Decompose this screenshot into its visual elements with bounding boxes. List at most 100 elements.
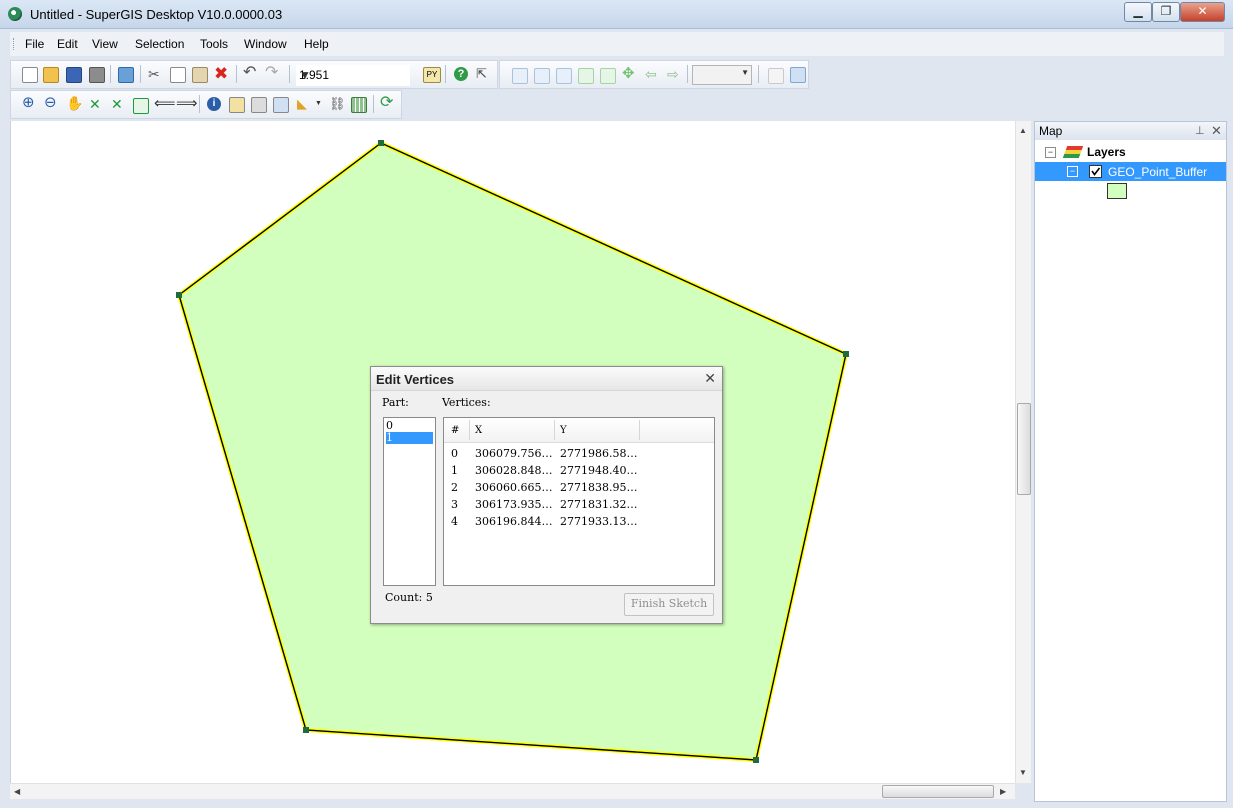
column-header-x[interactable]: X (475, 425, 482, 436)
undo-icon[interactable]: ↶ (243, 65, 257, 81)
close-icon: ✕ (1197, 4, 1208, 18)
minimize-button[interactable]: ▁ (1124, 2, 1152, 22)
layer-symbol-swatch[interactable] (1107, 183, 1127, 199)
paste-icon[interactable] (192, 67, 208, 83)
fixed-zoom-in-icon[interactable] (512, 68, 528, 84)
column-header-y[interactable]: Y (560, 425, 567, 436)
column-divider[interactable] (554, 420, 555, 440)
window-title: Untitled - SuperGIS Desktop V10.0.0000.0… (30, 7, 283, 22)
table-row[interactable]: 2 306060.665… 2771838.95… (444, 479, 714, 496)
column-header-index[interactable]: # (451, 425, 459, 436)
menu-edit[interactable]: Edit (57, 37, 78, 51)
column-divider[interactable] (469, 420, 470, 440)
pan-hand-icon[interactable]: ✋ (66, 96, 83, 110)
save-icon[interactable] (66, 67, 82, 83)
tools-toolbar: ⊕ ⊖ ✋ ✕ ✕ ⟸ ⟹ i ◣ ▼ ⛓ ⟳ (10, 90, 402, 119)
previous-extent-icon[interactable]: ⇦ (645, 67, 659, 81)
column-divider[interactable] (639, 420, 640, 440)
scroll-down-icon[interactable]: ▼ (1019, 768, 1027, 777)
vertex-handle[interactable] (378, 140, 384, 146)
pin-icon[interactable]: ⊥ (1195, 124, 1205, 137)
scroll-left-icon[interactable]: ◀ (14, 787, 20, 796)
vertical-scroll-thumb[interactable] (1017, 403, 1031, 495)
part-list[interactable]: 0 1 (383, 417, 436, 586)
scale-combo[interactable]: 1:951 ▼ (296, 65, 410, 86)
collapse-icon[interactable]: − (1067, 166, 1078, 177)
copy-icon[interactable] (170, 67, 186, 83)
checkmark-icon (1091, 167, 1101, 176)
full-extent-icon[interactable] (578, 68, 594, 84)
next-extent-icon[interactable]: ⇨ (667, 67, 681, 81)
measure-icon[interactable]: ◣ (297, 97, 311, 111)
fixed-zoom-out-icon[interactable] (534, 68, 550, 84)
new-file-icon[interactable] (22, 67, 38, 83)
map-horizontal-scrollbar[interactable]: ◀ ▶ (10, 783, 1015, 799)
print-icon[interactable] (89, 67, 105, 83)
collapse-icon[interactable]: − (1045, 147, 1056, 158)
menu-window[interactable]: Window (244, 37, 287, 51)
vertex-handle[interactable] (753, 757, 759, 763)
menu-view[interactable]: View (92, 37, 118, 51)
vertices-table[interactable]: # X Y 0 306079.756… 2771986.58… 1 306028… (443, 417, 715, 586)
back-arrow-icon[interactable]: ⟸ (154, 96, 176, 111)
attribute-table-icon[interactable] (768, 68, 784, 84)
chevron-down-icon[interactable]: ▼ (315, 100, 323, 114)
vertex-handle[interactable] (843, 351, 849, 357)
zoom-in-icon[interactable]: ⊕ (22, 95, 36, 110)
finish-sketch-button[interactable]: Finish Sketch (624, 593, 714, 616)
open-folder-icon[interactable] (43, 67, 59, 83)
python-icon[interactable]: PY (423, 67, 441, 83)
vertices-table-header: # X Y (444, 418, 714, 443)
menu-selection[interactable]: Selection (135, 37, 184, 51)
vertex-y: 2771986.58… (560, 447, 638, 460)
add-data-icon[interactable] (118, 67, 134, 83)
hyperlink-icon[interactable] (251, 97, 267, 113)
zoom-selected-icon[interactable] (133, 98, 149, 114)
whats-this-icon[interactable]: ⇱ (476, 67, 490, 81)
table-row[interactable]: 4 306196.844… 2771933.13… (444, 513, 714, 530)
refresh-icon[interactable]: ⟳ (380, 95, 394, 111)
link-icon[interactable]: ⛓ (329, 97, 346, 111)
menu-tools[interactable]: Tools (200, 37, 228, 51)
select-feature-icon[interactable] (229, 97, 245, 113)
menu-help[interactable]: Help (304, 37, 329, 51)
zoom-out-icon[interactable]: ⊖ (44, 95, 58, 110)
delete-icon[interactable]: ✖ (214, 65, 228, 82)
grid-icon[interactable] (351, 97, 367, 113)
part-item[interactable]: 0 (386, 420, 433, 432)
full-extent-green-icon[interactable]: ✕ (89, 97, 103, 111)
vertex-y: 2771933.13… (560, 515, 638, 528)
layer-visibility-checkbox[interactable] (1089, 165, 1102, 178)
help-icon[interactable]: ? (454, 67, 468, 81)
menu-bar: File Edit View Selection Tools Window He… (10, 32, 1224, 56)
table-row[interactable]: 1 306028.848… 2771948.40… (444, 462, 714, 479)
forward-arrow-icon[interactable]: ⟹ (176, 96, 198, 111)
layers-icon (1062, 146, 1084, 158)
close-icon[interactable]: ✕ (704, 370, 716, 387)
vertex-x: 306060.665… (475, 481, 553, 494)
close-panel-icon[interactable]: ✕ (1211, 123, 1222, 139)
layer-combo[interactable]: ▼ (692, 65, 752, 85)
layout-view-icon[interactable] (790, 67, 806, 83)
scroll-right-icon[interactable]: ▶ (1000, 787, 1006, 796)
find-icon[interactable] (273, 97, 289, 113)
table-row[interactable]: 0 306079.756… 2771986.58… (444, 445, 714, 462)
zoom-layer-icon[interactable] (600, 68, 616, 84)
scroll-up-icon[interactable]: ▲ (1019, 126, 1027, 135)
vertex-handle[interactable] (303, 727, 309, 733)
horizontal-scroll-thumb[interactable] (882, 785, 994, 798)
layer-row-geo-point-buffer[interactable]: − GEO_Point_Buffer (1035, 162, 1226, 181)
maximize-button[interactable]: ❐ (1152, 2, 1180, 22)
menu-file[interactable]: File (25, 37, 44, 51)
map-vertical-scrollbar[interactable]: ▲ ▼ (1015, 121, 1031, 783)
identify-icon[interactable]: i (207, 97, 221, 111)
vertex-handle[interactable] (176, 292, 182, 298)
table-row[interactable]: 3 306173.935… 2771831.32… (444, 496, 714, 513)
cut-icon[interactable]: ✂ (148, 67, 162, 81)
part-item-selected[interactable]: 1 (386, 432, 433, 444)
redo-icon[interactable]: ↷ (265, 65, 279, 81)
close-window-button[interactable]: ✕ (1180, 2, 1225, 22)
zoom-to-layer-icon[interactable]: ✕ (111, 97, 125, 111)
refresh-view-icon[interactable] (556, 68, 572, 84)
pan-extent-icon[interactable]: ✥ (622, 66, 636, 81)
